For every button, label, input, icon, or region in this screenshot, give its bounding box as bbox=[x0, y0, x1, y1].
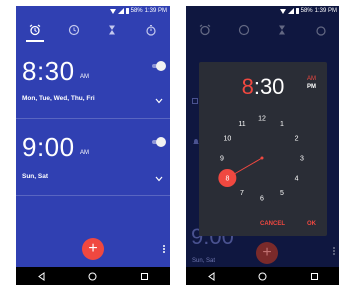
clock-number[interactable]: 12 bbox=[258, 116, 266, 123]
clock-number[interactable]: 6 bbox=[260, 196, 264, 203]
clock-number[interactable]: 2 bbox=[295, 136, 299, 143]
tab-clock[interactable] bbox=[63, 19, 85, 41]
alarm-list-screen: 58% 1:39 PM 8:30 AM Mon, Tue, Wed, Thu, … bbox=[16, 6, 170, 285]
background-alarm-days: Sun, Sat bbox=[192, 258, 216, 264]
clock-number[interactable]: 4 bbox=[295, 176, 299, 183]
tab-timer[interactable] bbox=[101, 19, 123, 41]
divider bbox=[16, 195, 170, 196]
recents-button[interactable] bbox=[308, 270, 320, 282]
tab-bar bbox=[16, 18, 170, 42]
battery-percent: 58% bbox=[130, 8, 143, 14]
clock-face[interactable]: 121234567891011 bbox=[206, 102, 318, 214]
clock-number[interactable]: 8 bbox=[225, 176, 229, 183]
time-picker-screen: 58% 1:39 PM 9:00 Sun, Sat + 8:30 AM PM 1… bbox=[186, 6, 339, 285]
tab-clock bbox=[233, 19, 255, 41]
add-alarm-button: + bbox=[256, 242, 278, 264]
alarm-clock-icon bbox=[29, 24, 41, 36]
alarm-period: AM bbox=[80, 74, 89, 80]
battery-icon bbox=[125, 8, 129, 14]
recents-icon bbox=[140, 272, 148, 280]
alarm-period: AM bbox=[80, 150, 89, 156]
recents-icon bbox=[310, 272, 318, 280]
clock-number[interactable]: 11 bbox=[238, 121, 245, 128]
recents-button[interactable] bbox=[138, 270, 150, 282]
add-alarm-button[interactable]: + bbox=[82, 238, 104, 260]
picker-hour[interactable]: 8 bbox=[242, 74, 254, 99]
picker-minute[interactable]: 30 bbox=[260, 74, 284, 99]
status-time: 1:39 PM bbox=[144, 8, 167, 14]
clock-number[interactable]: 10 bbox=[224, 136, 232, 143]
alarm-days: Sun, Sat bbox=[22, 173, 49, 180]
status-bar: 58% 1:39 PM bbox=[16, 6, 170, 18]
status-bar: 58% 1:39 PM bbox=[186, 6, 339, 18]
clock-icon bbox=[68, 24, 79, 36]
clock-number[interactable]: 1 bbox=[280, 121, 284, 128]
tab-timer bbox=[271, 19, 293, 41]
alarm-toggle[interactable] bbox=[150, 61, 166, 71]
more-options-icon bbox=[332, 246, 336, 258]
battery-icon bbox=[295, 8, 299, 14]
home-icon bbox=[88, 272, 97, 280]
chevron-down-icon[interactable] bbox=[155, 98, 163, 104]
time-picker-dialog: 8:30 AM PM 12 1 2 3 4 5 6 7 8 9 10 11 CANCEL OK bbox=[199, 62, 327, 236]
navigation-bar bbox=[16, 267, 170, 285]
status-time: 1:39 PM bbox=[314, 8, 337, 14]
clock-number[interactable]: 9 bbox=[220, 156, 224, 163]
checkbox-icon bbox=[192, 98, 198, 104]
stopwatch-icon bbox=[146, 24, 156, 36]
stopwatch-icon bbox=[316, 26, 326, 36]
tab-alarm bbox=[194, 19, 216, 41]
navigation-bar bbox=[186, 267, 339, 285]
tab-indicator bbox=[26, 40, 44, 42]
alarm-days: Mon, Tue, Wed, Thu, Fri bbox=[22, 95, 95, 102]
timer-icon bbox=[279, 25, 286, 35]
more-options-icon[interactable] bbox=[162, 244, 166, 256]
clock-center-dot bbox=[260, 156, 264, 160]
back-button[interactable] bbox=[36, 270, 48, 282]
cancel-button[interactable]: CANCEL bbox=[260, 221, 285, 227]
battery-percent: 58% bbox=[300, 8, 313, 14]
alarm-toggle[interactable] bbox=[150, 137, 166, 147]
home-button[interactable] bbox=[257, 270, 269, 282]
wifi-icon bbox=[279, 9, 286, 14]
signal-icon bbox=[117, 8, 124, 14]
home-icon bbox=[258, 272, 267, 280]
pm-toggle[interactable]: PM bbox=[307, 84, 316, 90]
back-button[interactable] bbox=[206, 270, 218, 282]
back-icon bbox=[208, 271, 215, 281]
wifi-icon bbox=[109, 9, 116, 14]
home-button[interactable] bbox=[87, 270, 99, 282]
ok-button[interactable]: OK bbox=[307, 221, 316, 227]
back-icon bbox=[38, 271, 45, 281]
clock-number[interactable]: 5 bbox=[280, 190, 284, 197]
tab-stopwatch bbox=[310, 19, 332, 41]
tab-stopwatch[interactable] bbox=[140, 19, 162, 41]
timer-icon bbox=[109, 25, 116, 35]
tab-alarm[interactable] bbox=[24, 19, 46, 41]
clock-icon bbox=[238, 24, 249, 36]
signal-icon bbox=[287, 8, 294, 14]
alarm-clock-icon bbox=[199, 24, 211, 36]
alarm-time[interactable]: 9:00 bbox=[22, 132, 75, 163]
divider bbox=[16, 118, 170, 119]
alarm-time[interactable]: 8:30 bbox=[22, 56, 75, 87]
clock-number[interactable]: 7 bbox=[240, 190, 244, 197]
chevron-down-icon[interactable] bbox=[155, 176, 163, 182]
tab-bar bbox=[186, 18, 339, 42]
clock-number[interactable]: 3 bbox=[300, 156, 304, 163]
am-toggle[interactable]: AM bbox=[307, 76, 316, 82]
